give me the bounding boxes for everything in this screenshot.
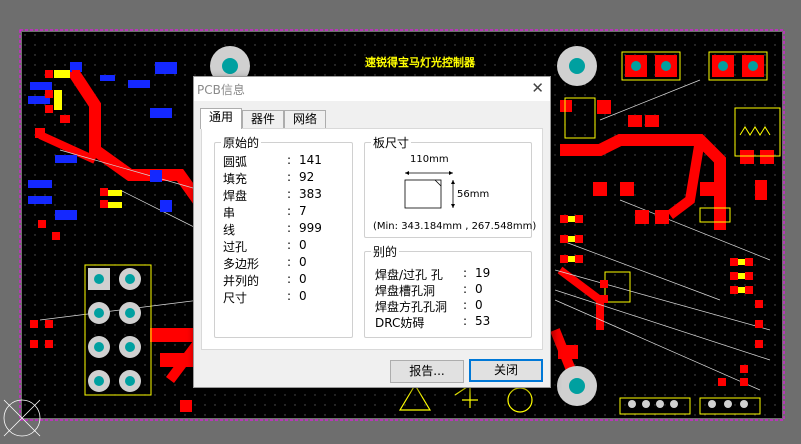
separator: : bbox=[287, 238, 292, 252]
primitive-label: 并列的 bbox=[223, 274, 260, 288]
primitive-row: 串:7 bbox=[223, 204, 348, 220]
primitive-value: 383 bbox=[299, 187, 322, 201]
primitive-row: 尺寸:0 bbox=[223, 289, 348, 305]
other-value: 19 bbox=[475, 266, 491, 280]
separator: : bbox=[287, 221, 292, 235]
separator: : bbox=[463, 314, 468, 328]
board-height-label: 56mm bbox=[457, 189, 490, 200]
general-panel: 原始的 圆弧:141 填充:92 焊盘:383 串:7 线:999 过孔:0 多边形:0 并列… bbox=[201, 128, 543, 350]
primitive-row: 焊盘:383 bbox=[223, 187, 348, 203]
separator: : bbox=[287, 153, 292, 167]
board-title: 速锐得宝马灯光控制器 bbox=[365, 55, 476, 69]
other-label: 焊盘槽孔洞 bbox=[375, 284, 436, 298]
separator: : bbox=[287, 204, 292, 218]
primitive-value: 999 bbox=[299, 221, 322, 235]
primitive-row: 圆弧:141 bbox=[223, 153, 348, 169]
separator: : bbox=[287, 187, 292, 201]
board-min-size: (Min: 343.184mm , 267.548mm) bbox=[373, 221, 537, 232]
pcb-info-dialog: PCB信息 ✕ 通用 器件 网络 原始的 圆弧:141 填充:92 焊盘:383 串:… bbox=[193, 76, 551, 388]
report-button[interactable]: 报告... bbox=[390, 360, 464, 383]
close-button[interactable]: 关闭 bbox=[469, 359, 543, 382]
primitive-row: 并列的:0 bbox=[223, 272, 348, 288]
board-size-title: 板尺寸 bbox=[371, 134, 412, 151]
primitive-label: 过孔 bbox=[223, 240, 248, 254]
other-row: 焊盘/过孔 孔:19 bbox=[375, 266, 525, 282]
dialog-titlebar: PCB信息 ✕ bbox=[194, 77, 550, 101]
primitive-value: 141 bbox=[299, 153, 322, 167]
primitive-value: 7 bbox=[299, 204, 307, 218]
separator: : bbox=[463, 298, 468, 312]
primitive-row: 线:999 bbox=[223, 221, 348, 237]
primitive-label: 圆弧 bbox=[223, 155, 248, 169]
primitive-value: 0 bbox=[299, 272, 307, 286]
separator: : bbox=[287, 255, 292, 269]
primitive-label: 多边形 bbox=[223, 257, 260, 271]
primitive-row: 过孔:0 bbox=[223, 238, 348, 254]
primitive-label: 串 bbox=[223, 206, 236, 220]
primitive-row: 多边形:0 bbox=[223, 255, 348, 271]
other-label: DRC妨碍 bbox=[375, 316, 425, 330]
other-value: 0 bbox=[475, 298, 483, 312]
primitive-value: 0 bbox=[299, 255, 307, 269]
board-width-label: 110mm bbox=[410, 154, 449, 165]
other-row: 焊盘方孔孔洞:0 bbox=[375, 298, 525, 314]
primitive-label: 焊盘 bbox=[223, 189, 248, 203]
separator: : bbox=[287, 272, 292, 286]
primitive-row: 填充:92 bbox=[223, 170, 348, 186]
other-value: 0 bbox=[475, 282, 483, 296]
primitives-group: 原始的 圆弧:141 填充:92 焊盘:383 串:7 线:999 过孔:0 多边形:0 并列… bbox=[214, 134, 353, 338]
other-title: 别的 bbox=[371, 243, 400, 260]
board-size-group: 板尺寸 110mm 56mm (Min: 343.184mm , 267.548… bbox=[364, 134, 536, 238]
separator: : bbox=[287, 289, 292, 303]
primitive-value: 92 bbox=[299, 170, 315, 184]
other-label: 焊盘/过孔 孔 bbox=[375, 268, 443, 282]
close-icon[interactable]: ✕ bbox=[531, 79, 544, 97]
other-group: 别的 焊盘/过孔 孔:19 焊盘槽孔洞:0 焊盘方孔孔洞:0 DRC妨碍:53 bbox=[364, 243, 532, 338]
other-label: 焊盘方孔孔洞 bbox=[375, 300, 448, 314]
primitives-title: 原始的 bbox=[221, 134, 262, 151]
board-size-diagram bbox=[404, 171, 455, 209]
other-value: 53 bbox=[475, 314, 491, 328]
dialog-title: PCB信息 bbox=[197, 83, 245, 97]
tab-nets[interactable]: 网络 bbox=[284, 110, 326, 128]
separator: : bbox=[463, 266, 468, 280]
other-row: 焊盘槽孔洞:0 bbox=[375, 282, 525, 298]
tab-general[interactable]: 通用 bbox=[200, 108, 242, 129]
primitive-label: 线 bbox=[223, 223, 236, 237]
primitive-label: 填充 bbox=[223, 172, 248, 186]
separator: : bbox=[287, 170, 292, 184]
primitive-label: 尺寸 bbox=[223, 291, 248, 305]
primitive-value: 0 bbox=[299, 238, 307, 252]
other-row: DRC妨碍:53 bbox=[375, 314, 525, 330]
primitive-value: 0 bbox=[299, 289, 307, 303]
separator: : bbox=[463, 282, 468, 296]
tab-components[interactable]: 器件 bbox=[242, 110, 284, 128]
